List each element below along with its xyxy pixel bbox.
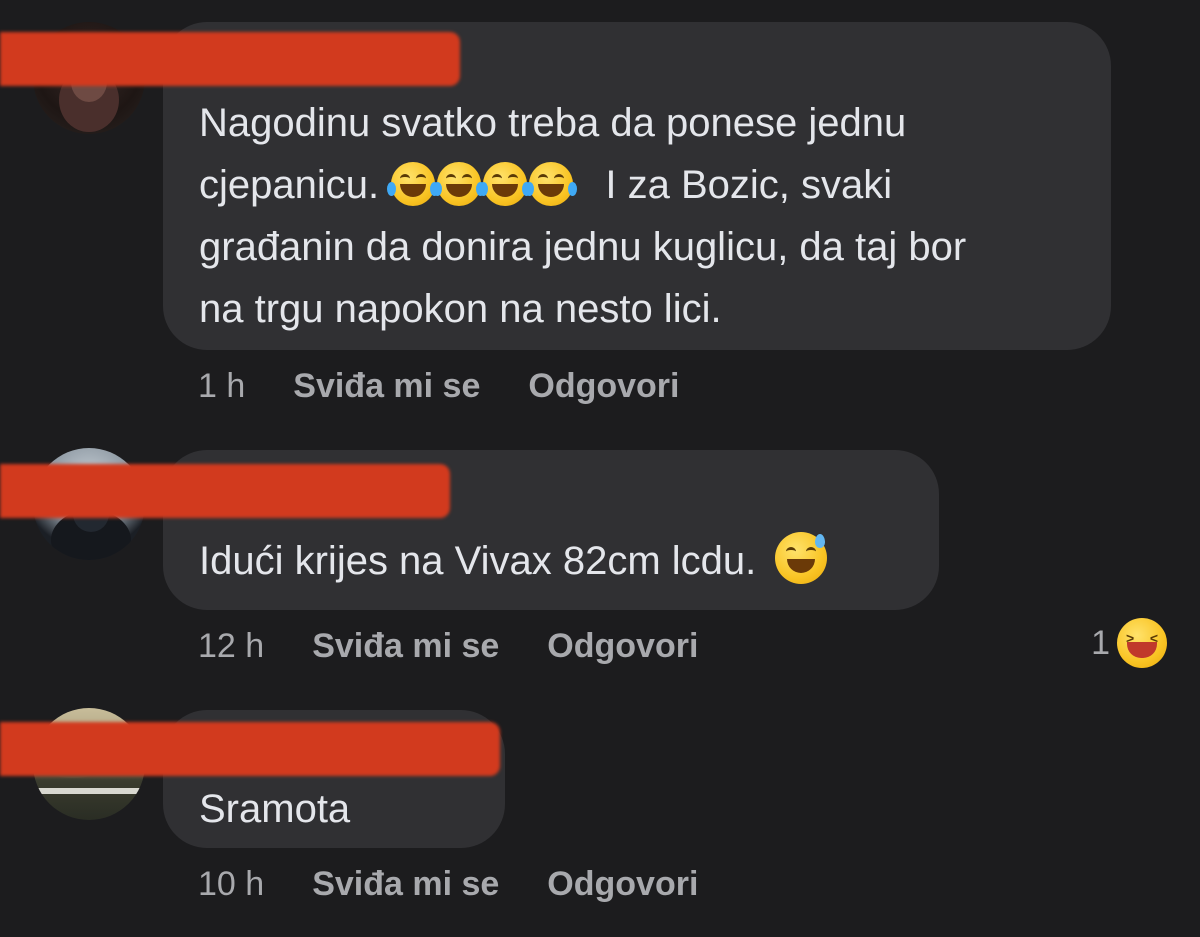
comment-actions: 10 h Sviđa mi se Odgovori: [198, 864, 746, 904]
comment-actions: 1 h Sviđa mi se Odgovori: [198, 366, 727, 406]
comment-text: Idući krijes na Vivax 82cm lcdu.: [199, 530, 903, 592]
comment-text: Nagodinu svatko treba da ponese jednu cj…: [199, 92, 1075, 340]
comment-line: Idući krijes na Vivax 82cm lcdu.: [199, 539, 757, 583]
laughing-squint-icon: > <: [1117, 618, 1167, 668]
grinning-sweat-icon: [775, 532, 828, 584]
tears-of-joy-icon: [479, 162, 532, 206]
reply-button[interactable]: Odgovori: [547, 865, 698, 904]
like-button[interactable]: Sviđa mi se: [312, 627, 499, 666]
tears-of-joy-icon: [387, 162, 440, 206]
comment-actions: 12 h Sviđa mi se Odgovori: [198, 626, 746, 666]
reaction-summary[interactable]: 1 > <: [1091, 618, 1168, 668]
comment-time: 1 h: [198, 366, 246, 405]
comment-line: Nagodinu svatko treba da ponese jednu: [199, 101, 907, 145]
comment-line-part: cjepanicu.: [199, 163, 380, 207]
comment-line: na trgu napokon na nesto lici.: [199, 287, 722, 331]
comment-text: Sramota: [199, 778, 469, 840]
tears-of-joy-icon: [433, 162, 486, 206]
comment-line: građanin da donira jednu kuglicu, da taj…: [199, 225, 967, 269]
reaction-count: 1: [1091, 623, 1110, 662]
reply-button[interactable]: Odgovori: [528, 367, 679, 406]
comment-line: Sramota: [199, 787, 351, 831]
redacted-name: [0, 722, 500, 776]
comment-line-part: I za Bozic, svaki: [605, 163, 893, 207]
like-button[interactable]: Sviđa mi se: [312, 865, 499, 904]
redacted-name: [0, 32, 460, 86]
redacted-name: [0, 464, 450, 518]
comment-time: 12 h: [198, 626, 265, 665]
reply-button[interactable]: Odgovori: [547, 627, 698, 666]
comment-time: 10 h: [198, 864, 265, 903]
tears-of-joy-icon: [525, 162, 578, 206]
like-button[interactable]: Sviđa mi se: [293, 367, 480, 406]
comment-line: cjepanicu. I za Bozic, svaki: [199, 154, 1075, 216]
